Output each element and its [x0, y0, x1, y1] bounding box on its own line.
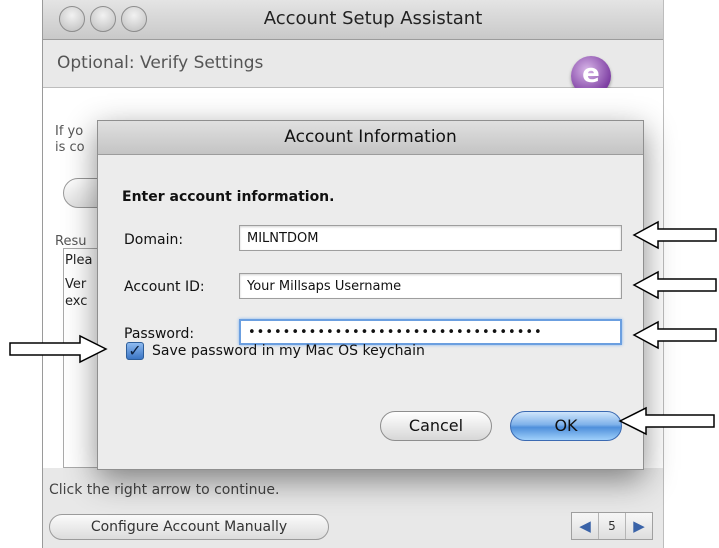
dialog-titlebar: Account Information	[98, 121, 643, 155]
left-arrow-annotation-icon	[618, 406, 715, 436]
left-arrow-annotation-icon	[632, 320, 717, 350]
left-arrow-annotation-icon	[632, 220, 717, 250]
ok-button[interactable]: OK	[510, 411, 622, 441]
save-password-checkbox[interactable]: ✓	[126, 342, 144, 360]
configure-account-manually-button[interactable]: Configure Account Manually	[49, 514, 329, 540]
next-arrow-icon[interactable]: ▶	[626, 513, 652, 539]
domain-label: Domain:	[124, 232, 184, 248]
password-field[interactable]	[239, 319, 622, 345]
account-id-field[interactable]	[239, 273, 622, 299]
logo-letter: e	[582, 59, 600, 89]
password-label: Password:	[124, 326, 195, 342]
left-arrow-annotation-icon	[632, 270, 717, 300]
dialog-title: Account Information	[284, 127, 457, 147]
dialog-heading: Enter account information.	[122, 189, 335, 205]
setup-step-header: Optional: Verify Settings e	[43, 40, 663, 96]
right-arrow-annotation-icon	[9, 334, 108, 364]
obscured-text: If yo	[55, 124, 84, 139]
footer-instruction: Click the right arrow to continue.	[49, 482, 280, 498]
page-number: 5	[598, 513, 626, 539]
obscured-text: Plea	[65, 253, 93, 268]
window-title: Account Setup Assistant	[263, 8, 483, 29]
window-titlebar: Account Setup Assistant	[43, 0, 663, 40]
obscured-text: Resu	[55, 234, 87, 249]
previous-arrow-icon[interactable]: ◀	[572, 513, 598, 539]
obscured-text: is co	[55, 140, 85, 155]
cancel-button[interactable]: Cancel	[380, 411, 492, 441]
account-information-dialog: Account Information Enter account inform…	[97, 120, 644, 470]
save-password-label[interactable]: Save password in my Mac OS keychain	[152, 343, 425, 359]
domain-field[interactable]	[239, 225, 622, 251]
account-id-label: Account ID:	[124, 279, 205, 295]
page-navigator: ◀ 5 ▶	[571, 512, 653, 540]
obscured-text: Ver	[65, 277, 87, 292]
obscured-text: exc	[65, 294, 88, 309]
step-title: Optional: Verify Settings	[57, 53, 264, 73]
